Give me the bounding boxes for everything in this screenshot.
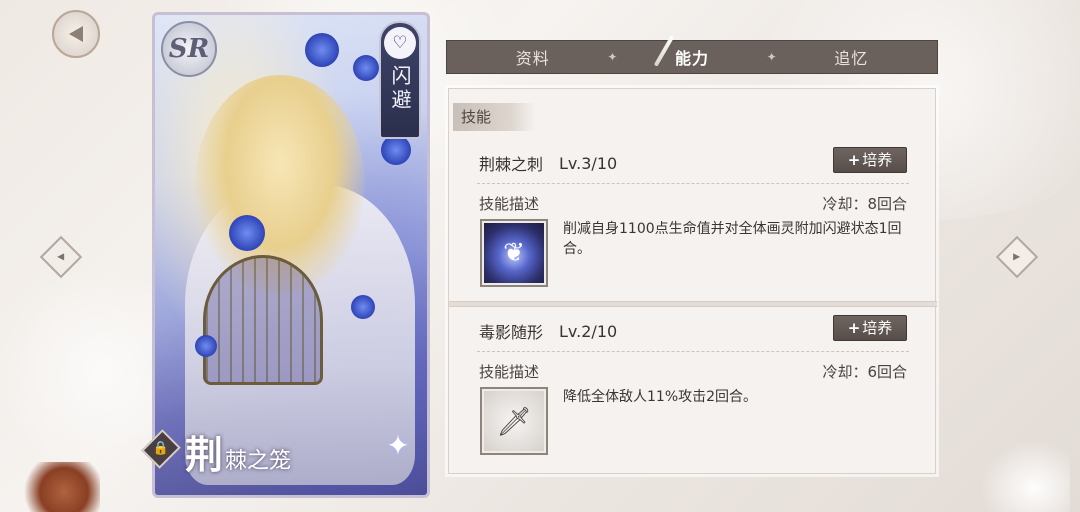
blue-rose-icon — [195, 335, 217, 357]
card-name: 荆 棘之笼 — [185, 433, 291, 477]
blue-rose-icon — [229, 215, 265, 251]
skill-level: Lv.2/10 — [559, 321, 618, 341]
prev-card-button[interactable]: ◂ — [39, 235, 83, 279]
skill-header: 荆棘之刺 Lv.3/10 — [479, 151, 617, 175]
train-label: 培养 — [862, 319, 893, 337]
back-arrow-icon — [69, 26, 83, 42]
back-button[interactable] — [52, 10, 100, 58]
skill-description: 降低全体敌人11%攻击2回合。 — [563, 389, 758, 405]
tab-separator-icon: ✦ — [766, 50, 777, 64]
poison-sword-skill-icon[interactable]: 🗡 — [480, 387, 548, 455]
blue-rose-icon — [351, 295, 375, 319]
card-name-rest: 棘之笼 — [225, 449, 292, 474]
plus-icon: + — [847, 319, 861, 337]
train-label: 培养 — [862, 151, 893, 169]
poison-sword-skill-icon-art: 🗡 — [484, 391, 544, 451]
character-card: SR ♡ 闪避 荆 棘之笼 ✦ — [152, 12, 430, 498]
petal-decoration-icon — [980, 440, 1070, 512]
skill-cooldown: 冷却：6回合 — [822, 363, 907, 381]
skill-name: 荆棘之刺 — [479, 155, 544, 174]
train-skill-button[interactable]: + 培养 — [833, 315, 907, 341]
arrow-left-icon: ◂ — [57, 249, 65, 265]
train-skill-button[interactable]: + 培养 — [833, 147, 907, 173]
thorn-skill-icon-art: ❦ — [484, 223, 544, 283]
skill-cooldown: 冷却：8回合 — [822, 195, 907, 213]
heart-icon: ♡ — [384, 27, 416, 59]
sparkle-icon: ✦ — [386, 429, 410, 462]
section-label: 技能 — [453, 103, 535, 131]
card-name-first: 荆 — [185, 433, 224, 477]
tab-separator-icon: ✦ — [607, 50, 618, 64]
skills-panel: 技能 荆棘之刺 Lv.3/10 + 培养 技能描述 冷却：8回合 ❦ 削减自身11… — [448, 88, 937, 474]
skill-desc-label: 技能描述 — [479, 363, 540, 381]
birdcage-art — [203, 255, 323, 385]
tab-ability[interactable]: 能力 — [675, 45, 709, 69]
role-tag-label: 闪避 — [388, 65, 412, 113]
thorn-skill-icon[interactable]: ❦ — [480, 219, 548, 287]
lock-icon: 🔒 — [152, 441, 170, 456]
section-divider — [449, 301, 937, 307]
tab-bar: 资料 ✦ 能力 ✦ 追忆 — [446, 40, 938, 74]
tab-memories[interactable]: 追忆 — [834, 45, 868, 69]
skill-level: Lv.3/10 — [559, 153, 618, 173]
blue-rose-icon — [353, 55, 379, 81]
rarity-badge: SR — [161, 21, 217, 77]
role-tag-text: 闪避 — [388, 65, 412, 113]
arrow-right-icon: ▸ — [1013, 249, 1021, 265]
next-card-button[interactable]: ▸ — [995, 235, 1039, 279]
plus-icon: + — [847, 151, 861, 169]
role-tag: ♡ 闪避 — [379, 21, 421, 139]
skill-desc-label: 技能描述 — [479, 195, 540, 213]
divider — [477, 351, 909, 352]
tab-profile[interactable]: 资料 — [516, 45, 550, 69]
skill-description: 削减自身1100点生命值并对全体画灵附加闪避状态1回合。 — [563, 221, 902, 257]
rose-decoration-icon — [20, 462, 100, 512]
skill-header: 毒影随形 Lv.2/10 — [479, 319, 617, 343]
divider — [477, 183, 909, 184]
blue-rose-icon — [305, 33, 339, 67]
skill-name: 毒影随形 — [479, 323, 544, 342]
blue-rose-icon — [381, 135, 411, 165]
